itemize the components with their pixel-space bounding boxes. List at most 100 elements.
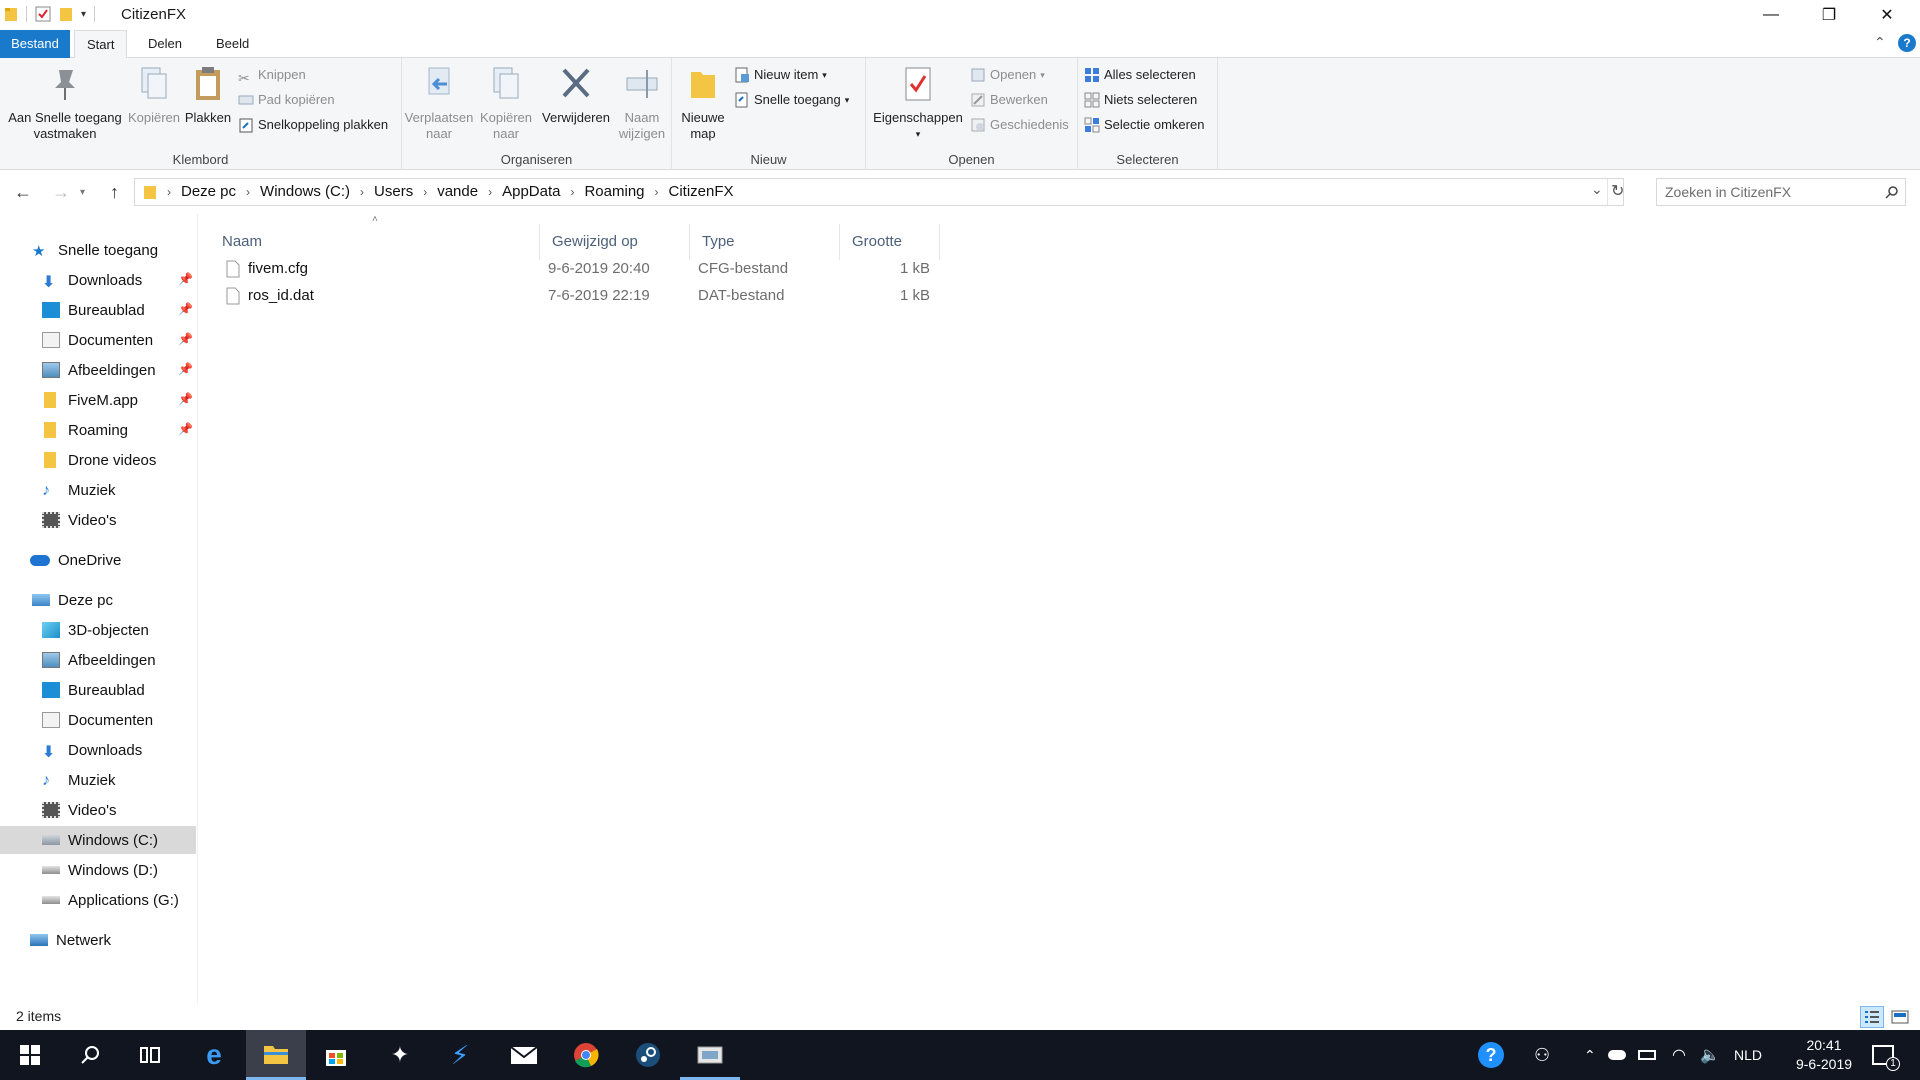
nav-pc-desktop[interactable]: Bureaublad bbox=[0, 676, 196, 704]
breadcrumb-separator-icon[interactable]: › bbox=[570, 185, 574, 199]
nav-quick-access[interactable]: ★ Snelle toegang bbox=[0, 236, 196, 264]
nav-pc-drive-g[interactable]: Applications (G:) bbox=[0, 886, 196, 914]
pin-icon[interactable]: 📌 bbox=[178, 302, 193, 316]
dropbox-icon[interactable]: ✦ bbox=[370, 1030, 430, 1080]
qat-dropdown-icon[interactable]: ▾ bbox=[81, 9, 86, 20]
tab-bestand[interactable]: Bestand bbox=[0, 30, 70, 58]
nav-quick-drone-videos[interactable]: Drone videos bbox=[0, 446, 196, 474]
pin-icon[interactable]: 📌 bbox=[178, 362, 193, 376]
open-button[interactable]: Openen ▾ bbox=[970, 64, 1045, 86]
help-icon[interactable]: ? bbox=[1898, 34, 1916, 52]
nav-pc-drive-d[interactable]: Windows (D:) bbox=[0, 856, 196, 884]
close-button[interactable]: ✕ bbox=[1858, 0, 1916, 30]
delete-button[interactable]: Verwijderen bbox=[540, 64, 612, 126]
help-tray-icon[interactable]: ? bbox=[1478, 1030, 1504, 1080]
invert-selection-button[interactable]: Selectie omkeren bbox=[1084, 114, 1204, 136]
breadcrumb-item[interactable]: Windows (C:) bbox=[260, 183, 350, 200]
nav-pc-music[interactable]: ♪ Muziek bbox=[0, 766, 196, 794]
notification-center-icon[interactable]: 1 bbox=[1872, 1030, 1900, 1080]
copy-button[interactable]: Kopiëren bbox=[126, 64, 182, 126]
pin-icon[interactable]: 📌 bbox=[178, 422, 193, 436]
copy-to-button[interactable]: Kopiëren naar bbox=[476, 64, 536, 142]
nav-pc-videos[interactable]: Video's bbox=[0, 796, 196, 824]
column-header-name[interactable]: Naam bbox=[210, 224, 540, 260]
breadcrumb-item[interactable]: CitizenFX bbox=[669, 183, 734, 200]
chrome-icon[interactable] bbox=[556, 1030, 616, 1080]
new-folder-button[interactable]: Nieuwe map bbox=[678, 64, 728, 142]
refresh-icon[interactable]: ↻ bbox=[1611, 181, 1624, 201]
edit-button[interactable]: Bewerken bbox=[970, 89, 1048, 111]
search-icon[interactable] bbox=[1885, 185, 1899, 199]
column-header-size[interactable]: Grootte bbox=[840, 224, 940, 260]
breadcrumb-separator-icon[interactable]: › bbox=[246, 185, 250, 199]
nav-quick-videos[interactable]: Video's bbox=[0, 506, 196, 534]
nav-quick-roaming[interactable]: Roaming 📌 bbox=[0, 416, 196, 444]
cut-button[interactable]: ✂ Knippen bbox=[238, 64, 306, 86]
nav-pc-downloads[interactable]: ⬇ Downloads bbox=[0, 736, 196, 764]
pin-icon[interactable]: 📌 bbox=[178, 332, 193, 346]
edge-browser-icon[interactable]: e bbox=[184, 1030, 244, 1080]
breadcrumb-item[interactable]: Users bbox=[374, 183, 413, 200]
nav-network[interactable]: Netwerk bbox=[0, 926, 196, 954]
column-header-date[interactable]: Gewijzigd op bbox=[540, 224, 690, 260]
breadcrumb-item[interactable]: AppData bbox=[502, 183, 560, 200]
search-icon[interactable] bbox=[60, 1030, 120, 1080]
breadcrumb-separator-icon[interactable]: › bbox=[423, 185, 427, 199]
pin-icon[interactable]: 📌 bbox=[178, 272, 193, 286]
gta-launcher-icon[interactable] bbox=[680, 1030, 740, 1080]
visual-studio-icon[interactable]: ⚡ bbox=[430, 1030, 490, 1080]
pin-icon[interactable]: 📌 bbox=[178, 392, 193, 406]
recent-locations-chevron-icon[interactable]: ▾ bbox=[80, 187, 85, 198]
properties-icon[interactable] bbox=[35, 6, 51, 22]
nav-pc-pictures[interactable]: Afbeeldingen bbox=[0, 646, 196, 674]
new-folder-icon[interactable] bbox=[59, 6, 73, 22]
pin-quick-access-button[interactable]: Aan Snelle toegang vastmaken bbox=[6, 64, 124, 142]
clock[interactable]: 20:41 9-6-2019 bbox=[1784, 1030, 1864, 1080]
select-all-button[interactable]: Alles selecteren bbox=[1084, 64, 1196, 86]
properties-button[interactable]: Eigenschappen ▾ bbox=[870, 64, 966, 142]
minimize-button[interactable]: — bbox=[1742, 0, 1800, 30]
nav-pc-documents[interactable]: Documenten bbox=[0, 706, 196, 734]
breadcrumb-item[interactable]: Roaming bbox=[584, 183, 644, 200]
nav-this-pc[interactable]: Deze pc bbox=[0, 586, 196, 614]
volume-icon[interactable]: 🔈 bbox=[1700, 1030, 1720, 1080]
battery-icon[interactable] bbox=[1638, 1030, 1656, 1080]
address-dropdown-icon[interactable]: ⌄ bbox=[1591, 181, 1603, 198]
large-icons-view-icon[interactable] bbox=[1890, 1008, 1910, 1026]
tab-delen[interactable]: Delen bbox=[136, 30, 194, 58]
task-view-icon[interactable] bbox=[120, 1030, 180, 1080]
back-arrow-icon[interactable]: ← bbox=[14, 182, 32, 203]
nav-onedrive[interactable]: OneDrive bbox=[0, 546, 196, 574]
store-icon[interactable] bbox=[306, 1030, 366, 1080]
move-to-button[interactable]: Verplaatsen naar bbox=[404, 64, 474, 142]
nav-quick-downloads[interactable]: ⬇ Downloads 📌 bbox=[0, 266, 196, 294]
mail-icon[interactable] bbox=[494, 1030, 554, 1080]
tab-start[interactable]: Start bbox=[74, 30, 128, 59]
file-row[interactable]: ros_id.dat 7-6-2019 22:19 DAT-bestand 1 … bbox=[210, 283, 970, 309]
nav-pc-drive-c[interactable]: Windows (C:) bbox=[0, 826, 196, 854]
nav-quick-documents[interactable]: Documenten 📌 bbox=[0, 326, 196, 354]
windows-start-icon[interactable] bbox=[0, 1030, 60, 1080]
forward-arrow-icon[interactable]: → bbox=[52, 182, 70, 203]
up-arrow-icon[interactable]: ↑ bbox=[110, 182, 119, 203]
breadcrumb-separator-icon[interactable]: › bbox=[488, 185, 492, 199]
language-indicator[interactable]: NLD bbox=[1734, 1030, 1762, 1080]
paste-button[interactable]: Plakken bbox=[184, 64, 232, 126]
paste-shortcut-button[interactable]: Snelkoppeling plakken bbox=[238, 114, 388, 136]
restore-button[interactable]: ❐ bbox=[1800, 0, 1858, 30]
history-button[interactable]: Geschiedenis bbox=[970, 114, 1069, 136]
wifi-icon[interactable]: ◠ bbox=[1672, 1030, 1686, 1080]
file-explorer-icon[interactable] bbox=[246, 1030, 306, 1080]
nav-pc-3d-objects[interactable]: 3D-objecten bbox=[0, 616, 196, 644]
details-view-icon[interactable] bbox=[1860, 1006, 1884, 1028]
search-input[interactable] bbox=[1665, 182, 1865, 202]
new-item-button[interactable]: Nieuw item ▾ bbox=[734, 64, 827, 86]
show-hidden-icons-chevron-icon[interactable]: ⌃ bbox=[1584, 1030, 1596, 1080]
collapse-ribbon-icon[interactable]: ⌃ bbox=[1874, 34, 1886, 51]
select-none-button[interactable]: Niets selecteren bbox=[1084, 89, 1197, 111]
onedrive-cloud-icon[interactable] bbox=[1608, 1030, 1626, 1080]
nav-quick-desktop[interactable]: Bureaublad 📌 bbox=[0, 296, 196, 324]
nav-quick-music[interactable]: ♪ Muziek bbox=[0, 476, 196, 504]
nav-quick-pictures[interactable]: Afbeeldingen 📌 bbox=[0, 356, 196, 384]
copy-path-button[interactable]: Pad kopiëren bbox=[238, 89, 335, 111]
